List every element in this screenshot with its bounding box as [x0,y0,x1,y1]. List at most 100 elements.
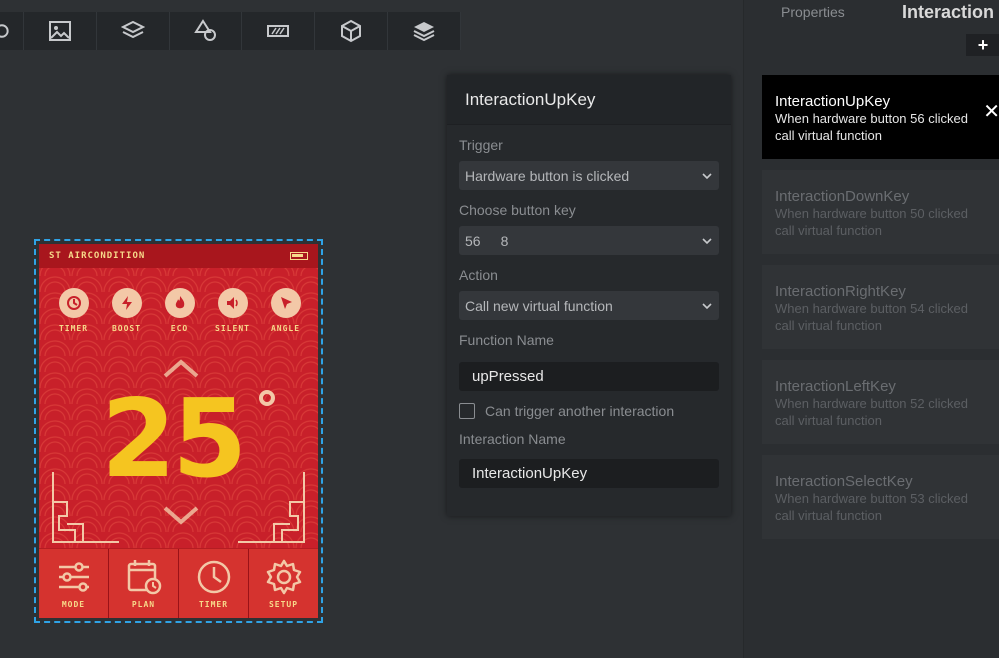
interaction-card-line1: When hardware button 53 clicked [775,491,968,506]
mode-label: BOOST [111,324,142,333]
chevron-up-icon[interactable] [163,358,199,378]
interaction-card[interactable]: InteractionLeftKey When hardware button … [762,360,999,444]
shapes-icon [193,19,216,41]
device-header: ST AIRCONDITION [39,244,318,268]
interaction-card-title: InteractionUpKey [775,93,891,110]
footer-label: TIMER [198,600,229,609]
interaction-card-line2: call virtual function [775,508,882,523]
cube-tool-button[interactable] [315,12,389,50]
action-value: Call new virtual function [465,297,613,314]
layers-icon [120,20,145,39]
mode-row: TIMER BOOST ECO SILENT ANGLE [47,288,312,333]
mode-timer[interactable]: TIMER [47,288,100,333]
footer-label: SETUP [268,600,299,609]
interaction-name-value: InteractionUpKey [472,465,588,482]
device-footer: MODE PLAN TIMER SETUP [39,548,318,618]
battery-icon [290,252,308,260]
function-name-value: upPressed [472,368,544,385]
footer-mode[interactable]: MODE [39,549,109,618]
clock-icon [66,296,81,310]
chevron-down-icon [702,172,712,179]
can-trigger-row[interactable]: Can trigger another interaction [459,403,719,419]
interaction-card-line1: When hardware button 52 clicked [775,396,968,411]
gear-icon [266,559,301,595]
footer-timer[interactable]: TIMER [179,549,249,618]
degree-symbol [259,390,275,406]
mode-silent[interactable]: SILENT [206,288,259,333]
can-trigger-checkbox[interactable] [459,403,475,419]
close-icon[interactable]: ✕ [983,99,999,124]
button-key-value-a: 56 [465,232,481,249]
toolbar [0,12,461,50]
tab-properties[interactable]: Properties [781,4,845,20]
bolt-icon [121,296,132,310]
interaction-editor: InteractionUpKey Trigger Hardware button… [447,75,731,516]
selected-screen-frame[interactable]: ST AIRCONDITION TIMER BOOST ECO SILENT A… [34,239,323,623]
action-select[interactable]: Call new virtual function [459,291,719,320]
stack-icon [413,22,435,42]
action-label: Action [459,267,498,283]
can-trigger-label: Can trigger another interaction [485,403,675,419]
layers-tool-button[interactable] [97,12,170,50]
partial-tool-button[interactable] [0,12,24,50]
image-icon [48,21,71,41]
button-key-label: Choose button key [459,202,576,218]
stack-tool-button[interactable] [388,12,461,50]
mode-label: ECO [170,324,189,333]
footer-label: MODE [61,600,86,609]
trigger-value: Hardware button is clicked [465,167,630,184]
function-name-input[interactable]: upPressed [459,362,719,391]
interaction-card-line2: call virtual function [775,128,882,143]
cursor-icon [280,297,292,309]
editor-title: InteractionUpKey [465,89,596,109]
interaction-card[interactable]: InteractionDownKey When hardware button … [762,170,999,254]
mode-angle[interactable]: ANGLE [259,288,312,333]
aircondition-screen[interactable]: ST AIRCONDITION TIMER BOOST ECO SILENT A… [39,244,318,618]
interaction-card-line1: When hardware button 54 clicked [775,301,968,316]
interaction-card-line2: call virtual function [775,413,882,428]
interaction-name-input[interactable]: InteractionUpKey [459,459,719,488]
partial-icon [0,24,9,38]
mode-label: ANGLE [270,324,301,333]
speaker-icon [226,297,238,309]
interaction-card[interactable]: InteractionRightKey When hardware button… [762,265,999,349]
calendar-clock-icon [127,560,161,595]
ruler-tool-button[interactable] [242,12,316,50]
shapes-tool-button[interactable] [170,12,243,50]
device-title: ST AIRCONDITION [49,251,146,261]
flame-icon [175,296,184,309]
interaction-card-line2: call virtual function [775,223,882,238]
mode-label: SILENT [215,324,250,333]
button-key-value-b: 8 [500,232,509,249]
footer-label: PLAN [131,600,156,609]
ornament-left [52,472,119,543]
mode-boost[interactable]: BOOST [100,288,153,333]
interaction-card-title: InteractionLeftKey [775,378,896,395]
mode-eco[interactable]: ECO [153,288,206,333]
trigger-label: Trigger [459,137,503,153]
interaction-card[interactable]: InteractionUpKey When hardware button 56… [762,75,999,159]
interaction-card[interactable]: InteractionSelectKey When hardware butto… [762,455,999,539]
image-tool-button[interactable] [24,12,97,50]
clock-icon [197,560,230,594]
interaction-card-line1: When hardware button 56 clicked [775,111,968,126]
interaction-card-title: InteractionSelectKey [775,473,913,490]
sliders-icon [58,562,89,592]
button-key-select[interactable]: 56 8 [459,226,719,255]
tab-interactions[interactable]: Interaction [902,2,994,23]
chevron-down-icon[interactable] [163,506,199,526]
add-interaction-button[interactable]: + [966,34,999,56]
interaction-card-line1: When hardware button 50 clicked [775,206,968,221]
interaction-card-title: InteractionDownKey [775,188,910,205]
interaction-card-line2: call virtual function [775,318,882,333]
temperature-value: 25 [101,377,247,502]
right-panel: Properties Interaction + InteractionUpKe… [743,0,999,658]
editor-header: InteractionUpKey [447,75,731,125]
footer-plan[interactable]: PLAN [109,549,179,618]
interaction-card-title: InteractionRightKey [775,283,906,300]
function-name-label: Function Name [459,332,554,348]
interaction-name-label: Interaction Name [459,431,566,447]
trigger-select[interactable]: Hardware button is clicked [459,161,719,190]
footer-setup[interactable]: SETUP [249,549,318,618]
ruler-icon [267,25,290,37]
